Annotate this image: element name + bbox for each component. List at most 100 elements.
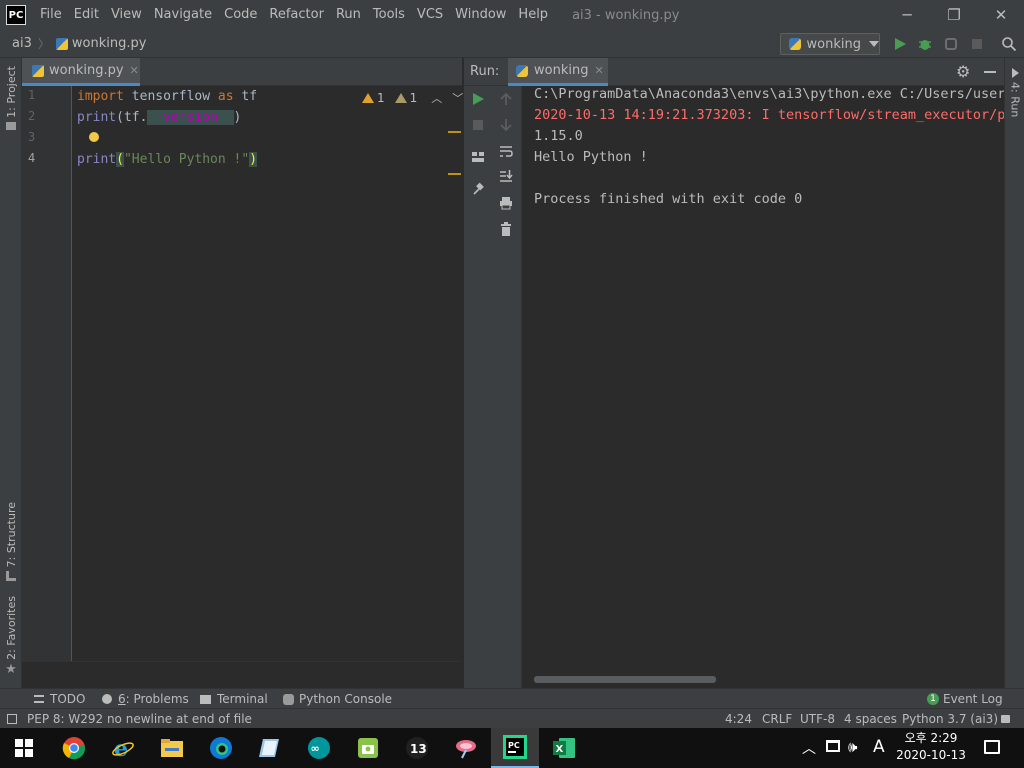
breadcrumb-project[interactable]: ai3 [12,36,32,51]
stop-button[interactable] [464,118,492,132]
python-file-icon [32,64,44,77]
tab-project[interactable]: 1: Project [0,66,22,130]
menu-code[interactable]: Code [218,0,263,30]
menu-tools[interactable]: Tools [367,0,411,30]
python-console-button[interactable]: Python Console [283,689,392,709]
close-button[interactable]: ✕ [978,0,1024,30]
module-name: tensorflow [123,89,218,104]
pycharm-logo-icon: PC [6,5,26,25]
taskbar-android-app[interactable] [344,728,392,768]
notifications-icon[interactable] [984,740,1000,754]
network-icon[interactable] [826,740,840,752]
python-interpreter[interactable]: Python 3.7 (ai3) [902,709,998,729]
taskbar-satellite-app[interactable] [442,728,490,768]
terminal-button[interactable]: Terminal [200,689,268,709]
status-message: PEP 8: W292 no newline at end of file [27,712,252,726]
indent-setting[interactable]: 4 spaces [844,709,897,729]
start-button[interactable] [0,728,48,768]
menu-vcs[interactable]: VCS [411,0,449,30]
taskbar-chrome[interactable] [50,728,98,768]
menu-edit[interactable]: Edit [68,0,105,30]
tab-favorites[interactable]: 2: Favorites ★ [0,596,22,677]
gear-icon[interactable]: ⚙ [956,62,970,81]
error-stripe-mark[interactable] [448,173,461,175]
menu-view[interactable]: View [105,0,148,30]
editor-tab-bar: wonking.py ✕ [22,58,462,86]
ime-indicator[interactable]: A [873,737,885,757]
close-tab-icon[interactable]: ✕ [594,64,603,77]
clock-time: 오후 2:29 [904,731,958,745]
tab-structure[interactable]: 7: Structure [0,502,22,582]
run-tab-arrow-icon [1011,68,1019,78]
chevron-up-icon[interactable]: ︿ [431,90,442,106]
taskbar-arduino[interactable]: ∞ [295,728,343,768]
restore-button[interactable]: ❐ [931,0,977,30]
search-everywhere-button[interactable] [999,34,1019,54]
app-13-icon: 13 [406,737,428,759]
soft-wrap-button[interactable] [492,144,520,158]
minimize-button[interactable]: ─ [884,0,930,30]
taskbar-app-13[interactable]: 13 [393,728,441,768]
pin-tab-button[interactable] [464,182,492,196]
menu-navigate[interactable]: Navigate [148,0,218,30]
todo-button[interactable]: TODO [34,689,85,709]
chevron-down-icon [869,41,879,47]
print-button[interactable] [492,196,520,210]
taskbar-pycharm[interactable]: PC [491,728,539,768]
problems-button[interactable]: 6 : Problems [102,689,189,709]
tab-run[interactable]: 4: Run [1005,68,1024,117]
menu-help[interactable]: Help [512,0,554,30]
taskbar-internet-explorer[interactable]: e [99,728,147,768]
rerun-button[interactable] [464,92,492,106]
event-log-button[interactable]: 1 Event Log [927,689,1003,709]
scroll-up-button[interactable] [492,92,520,106]
stop-button[interactable] [967,34,987,54]
run-tab-wonking[interactable]: wonking ✕ [508,58,608,86]
hide-panel-icon[interactable] [984,71,996,73]
caret-position[interactable]: 4:24 [725,709,752,729]
taskbar-file-explorer[interactable] [148,728,196,768]
chevron-up-icon[interactable]: ︿ [802,738,816,758]
svg-text:PC: PC [508,741,520,750]
warning-count: 1 [377,91,385,105]
breadcrumb-file[interactable]: wonking.py [72,36,147,51]
code-line-1: import tensorflow as tf [77,86,257,107]
weak-warning-count: 1 [409,91,418,105]
file-encoding[interactable]: UTF-8 [800,709,835,729]
console-line: Process finished with exit code 0 [534,191,803,207]
restore-layout-button[interactable] [464,150,492,164]
intention-bulb-icon[interactable] [89,132,99,142]
scroll-down-button[interactable] [492,118,520,132]
editor-bottom-area [22,661,462,688]
run-button[interactable] [890,34,910,54]
lock-icon[interactable] [1001,715,1010,723]
volume-icon[interactable]: 🕪 [848,738,857,756]
menu-file[interactable]: File [34,0,68,30]
taskbar-clock[interactable]: 오후 2:29 2020-10-13 [896,730,966,764]
editor-tab-wonking[interactable]: wonking.py ✕ [22,58,140,86]
debug-button[interactable] [915,34,935,54]
taskbar-excel[interactable]: X [540,728,588,768]
console-line: 1.15.0 [534,128,583,144]
hide-tool-windows-icon[interactable] [7,714,17,724]
taskbar-edge[interactable] [197,728,245,768]
error-stripe-mark[interactable] [448,131,461,133]
menu-window[interactable]: Window [449,0,512,30]
run-configuration-select[interactable]: wonking [780,33,880,55]
run-console[interactable]: C:\ProgramData\Anaconda3\envs\ai3\python… [522,86,1004,676]
scroll-to-end-button[interactable] [492,169,520,183]
inspection-widget[interactable]: 1 1 ︿ ﹀ [362,90,463,106]
line-separator[interactable]: CRLF [762,709,792,729]
svg-text:13: 13 [410,742,427,756]
menu-refactor[interactable]: Refactor [263,0,330,30]
trash-icon [501,222,511,236]
code-text: ) [233,110,242,125]
menu-run[interactable]: Run [330,0,367,30]
chevron-down-icon[interactable]: ﹀ [452,90,463,106]
taskbar-notepad-app[interactable] [246,728,294,768]
close-tab-icon[interactable]: ✕ [130,64,139,77]
clear-all-button[interactable] [492,222,520,236]
coverage-button[interactable] [941,34,961,54]
code-editor[interactable]: import tensorflow as tf print(tf.__versi… [72,86,462,661]
horizontal-scrollbar[interactable] [534,676,716,683]
